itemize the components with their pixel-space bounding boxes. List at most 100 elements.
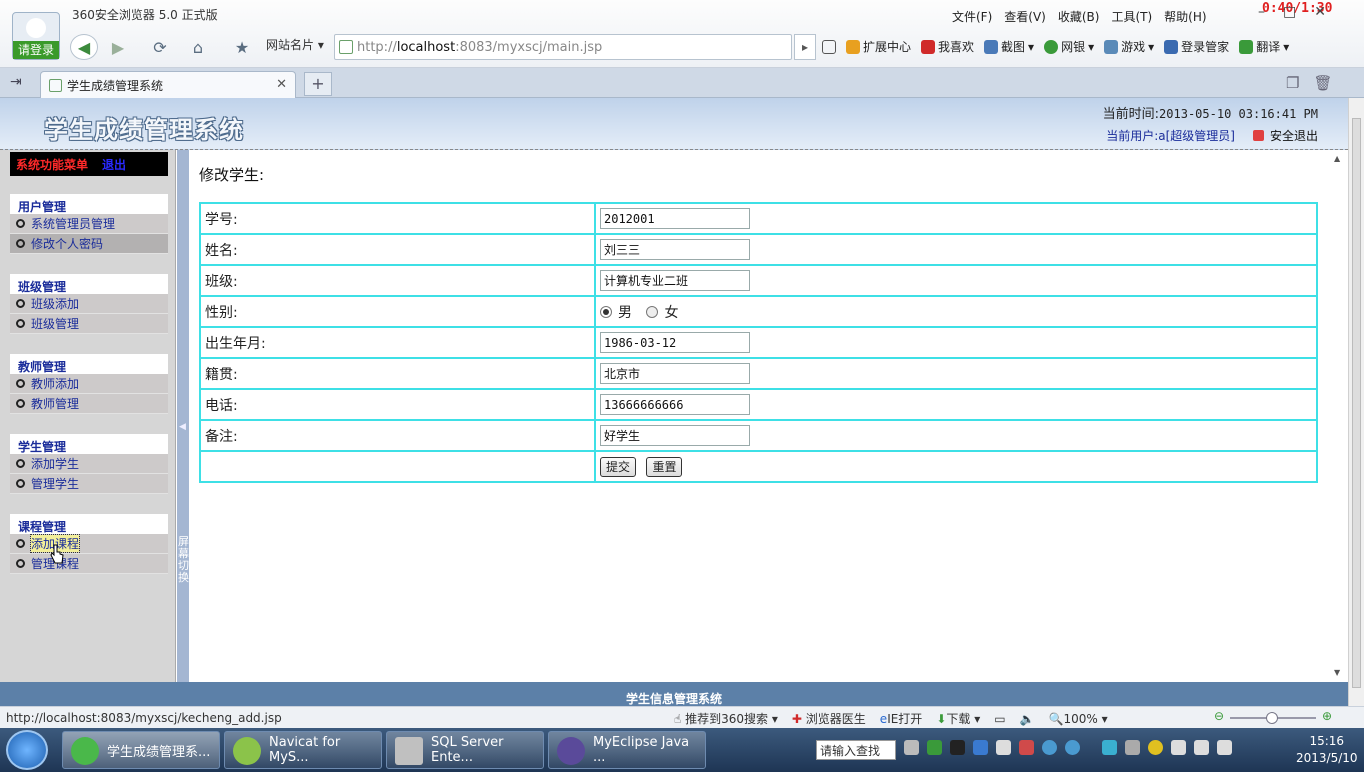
address-bar[interactable]: http://localhost:8083/myxscj/main.jsp [334,34,792,60]
remark-input[interactable] [600,425,750,446]
shield-button[interactable] [822,39,836,54]
menu-view[interactable]: 查看(V) [1004,8,1046,25]
menu-group-title[interactable]: 教师管理 [10,354,168,374]
task-label: MyEclipse Java ... [593,735,690,765]
taskbar-item-browser[interactable]: 学生成绩管理系... [62,731,220,769]
favorite-button[interactable]: ★ [228,34,256,60]
tray-search-input[interactable]: 请输入查找 [816,740,896,760]
site-card-dropdown[interactable]: 网站名片 ▾ [266,36,324,53]
browser-doctor-button[interactable]: ✚ 浏览器医生 [792,710,866,727]
scroll-down-icon[interactable]: ▼ [1334,668,1340,677]
tab-student-system[interactable]: 学生成绩管理系统 ✕ [40,71,296,98]
volume-icon[interactable] [1217,740,1232,755]
scrollbar-thumb[interactable] [1352,118,1361,688]
menu-file[interactable]: 文件(F) [952,8,992,25]
umbrella-icon[interactable] [1102,740,1117,755]
menu-item-student-manage[interactable]: 管理学生 [10,474,168,494]
menu-item-class-manage[interactable]: 班级管理 [10,314,168,334]
zoom-out-icon[interactable]: ⊖ [1214,709,1224,723]
menu-tools[interactable]: 工具(T) [1111,8,1152,25]
go-button[interactable]: ▸ [794,34,816,60]
extension-center-button[interactable]: 扩展中心 [846,38,911,55]
minimize-icon[interactable]: – [1258,4,1265,20]
menu-group-title[interactable]: 用户管理 [10,194,168,214]
menu-favorites[interactable]: 收藏(B) [1058,8,1100,25]
menu-help[interactable]: 帮助(H) [1164,8,1206,25]
scroll-up-icon[interactable]: ▲ [1334,154,1340,163]
user-avatar[interactable]: 请登录 [12,12,60,60]
menu-item-course-manage[interactable]: 管理课程 [10,554,168,574]
frame-scrollbar[interactable]: ▲ ▼ [1330,150,1346,682]
translate-button[interactable]: 翻译 ▾ [1239,38,1289,55]
phone-input[interactable] [600,394,750,415]
tray-app-icon[interactable] [1125,740,1140,755]
gender-male-radio[interactable]: 男 [600,302,632,322]
taskbar-item-navicat[interactable]: Navicat for MyS... [224,731,382,769]
maximize-icon[interactable]: □ [1283,4,1296,20]
tray-app-icon[interactable] [927,740,942,755]
menu-group-title[interactable]: 班级管理 [10,274,168,294]
class-input[interactable] [600,270,750,291]
zoom-control[interactable]: 🔍100% ▾ [1049,712,1108,726]
name-input[interactable] [600,239,750,260]
close-icon[interactable]: ✕ [1314,4,1326,20]
ie-open-button[interactable]: eIE打开 [880,710,923,727]
games-button[interactable]: 游戏 ▾ [1104,38,1154,55]
menu-group-title[interactable]: 课程管理 [10,514,168,534]
taskbar-clock[interactable]: 15:16 2013/5/10 [1296,733,1358,767]
menu-item-teacher-add[interactable]: 教师添加 [10,374,168,394]
login-manager-button[interactable]: 登录管家 [1164,38,1229,55]
zoom-slider[interactable]: ⊖ ⊕ [1214,709,1336,724]
keyboard-icon[interactable] [904,740,919,755]
speaker-icon[interactable]: 🔈 [1020,712,1035,726]
restore-tabs-icon[interactable]: ❐ [1286,74,1299,92]
new-tab-button[interactable]: + [304,72,332,96]
tray-app-icon[interactable] [1019,740,1034,755]
menu-item-class-add[interactable]: 班级添加 [10,294,168,314]
refresh-button[interactable]: ⟳ [146,34,174,60]
start-button[interactable] [6,730,48,770]
gender-female-radio[interactable]: 女 [646,302,678,322]
bank-button[interactable]: 网银 ▾ [1044,38,1094,55]
screen-switch-splitter[interactable]: ◀ 屏幕切换 [177,150,189,682]
menu-exit-link[interactable]: 退出 [102,156,126,173]
sidebar-toggle-icon[interactable]: ⇥ [10,74,22,90]
menu-item-teacher-manage[interactable]: 教师管理 [10,394,168,414]
login-button[interactable]: 请登录 [13,41,59,59]
submit-button[interactable]: 提交 [600,456,637,477]
logout-link[interactable]: 安全退出 [1270,127,1318,144]
download-button[interactable]: ⬇下载 ▾ [936,710,980,727]
tray-app-icon[interactable] [996,740,1011,755]
taskbar-item-sqlserver[interactable]: SQL Server Ente... [386,731,544,769]
page-scrollbar[interactable] [1348,98,1364,706]
close-tab-icon[interactable]: ✕ [276,77,287,92]
zoom-slider-handle[interactable] [1266,712,1278,724]
birth-input[interactable] [600,332,750,353]
menu-item-admin-manage[interactable]: 系统管理员管理 [10,214,168,234]
like-button[interactable]: 我喜欢 [921,38,974,55]
tray-app-icon[interactable] [950,740,965,755]
recommend-search-button[interactable]: ☝ 推荐到360搜索 ▾ [674,710,778,727]
zoom-in-icon[interactable]: ⊕ [1322,709,1332,723]
taskbar-item-myeclipse[interactable]: MyEclipse Java ... [548,731,706,769]
hometown-input[interactable] [600,363,750,384]
menu-item-course-add[interactable]: 添加课程 [10,534,168,554]
home-button[interactable]: ⌂ [184,34,212,60]
tray-app-icon[interactable] [973,740,988,755]
network-icon[interactable] [1194,740,1209,755]
flag-icon[interactable] [1171,740,1186,755]
menu-item-change-password[interactable]: 修改个人密码 [10,234,168,254]
tray-app-icon[interactable] [1042,740,1057,755]
tray-app-icon[interactable] [1065,740,1080,755]
screenshot-button[interactable]: 截图 ▾ [984,38,1034,55]
menu-group-title[interactable]: 学生管理 [10,434,168,454]
trash-icon[interactable]: 🗑 [1313,74,1332,92]
monitor-icon[interactable]: ▭ [994,712,1005,726]
tray-app-icon[interactable] [1148,740,1163,755]
reset-button[interactable]: 重置 [646,456,683,477]
menu-item-student-add[interactable]: 添加学生 [10,454,168,474]
menu-title: 系统功能菜单 [16,157,89,172]
back-button[interactable]: ◀ [70,34,98,60]
forward-button[interactable]: ▶ [104,34,132,60]
student-id-input[interactable] [600,208,750,229]
